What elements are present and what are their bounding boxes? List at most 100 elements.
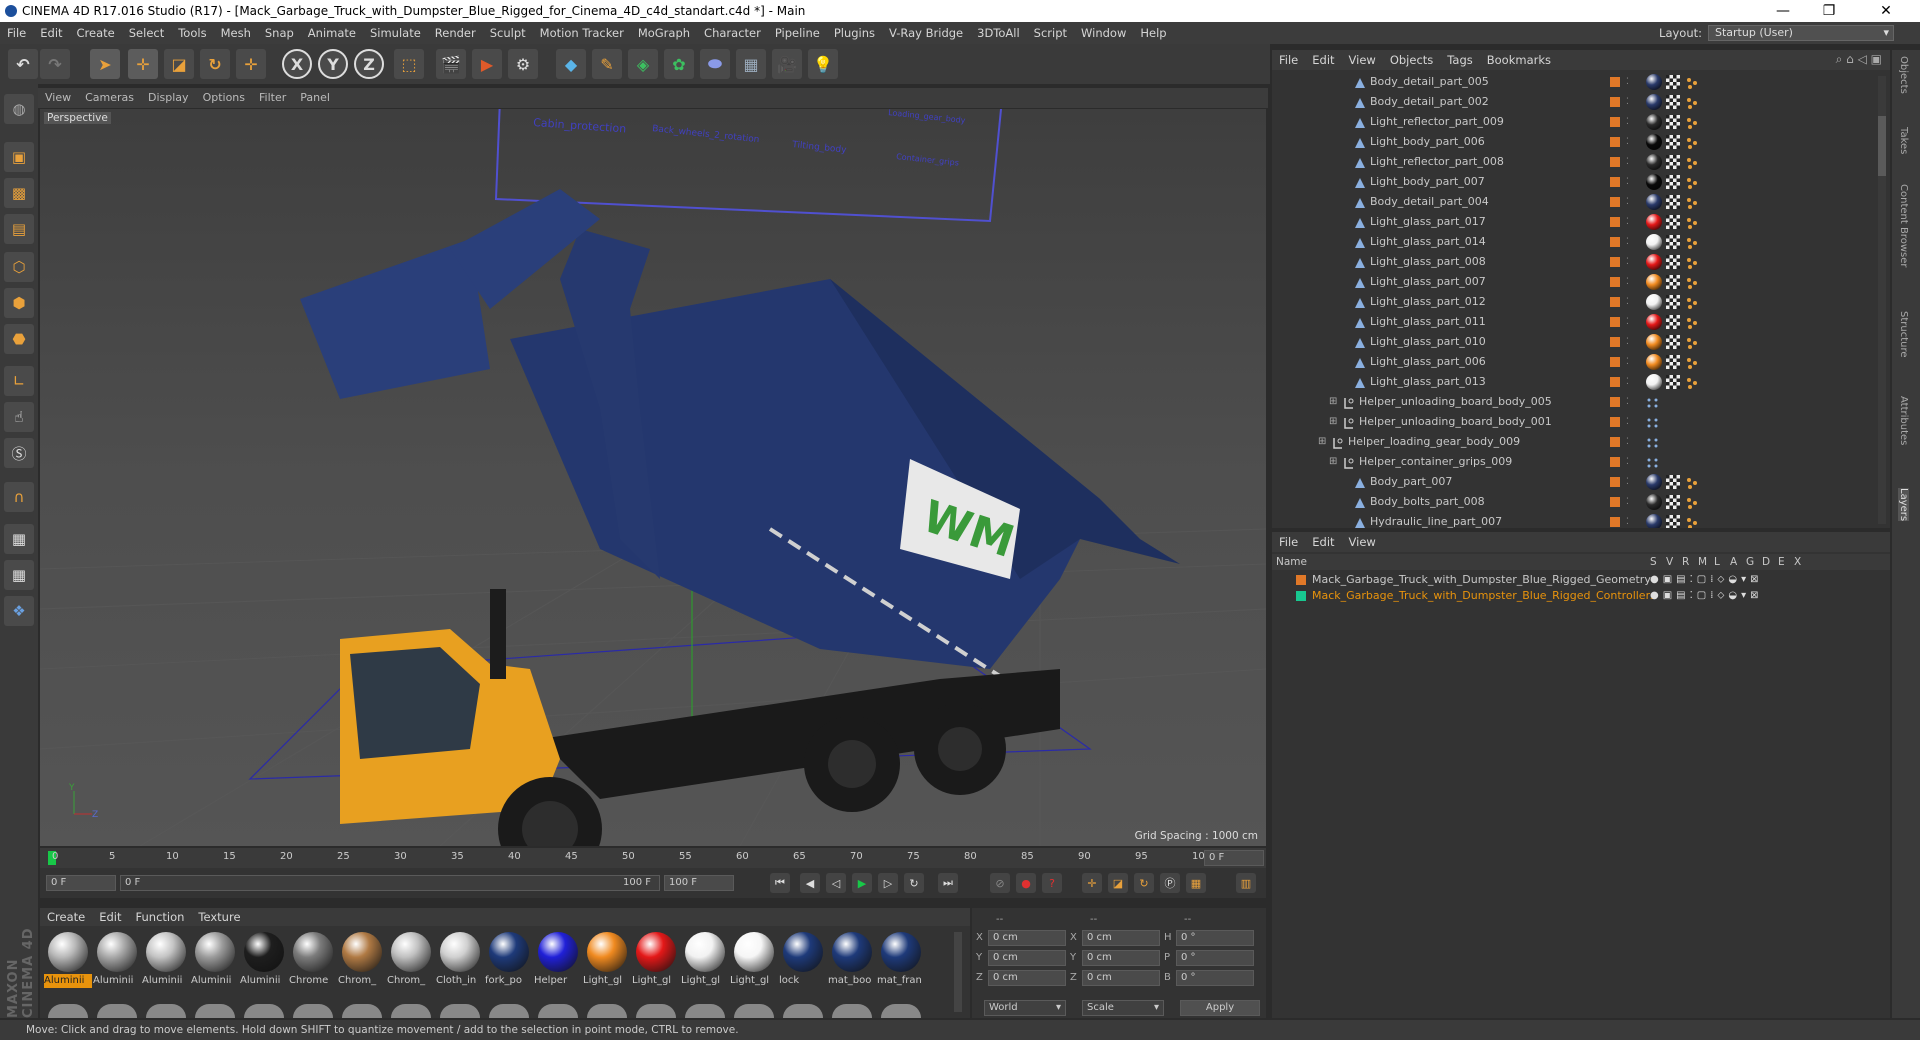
texture-tag-icon[interactable] [1666,215,1680,229]
rig-tag-icon[interactable] [1646,456,1658,468]
floor-icon[interactable]: ▦ [736,49,766,79]
texture-tag-icon[interactable] [1666,275,1680,289]
points-mode-icon[interactable]: ⬡ [4,252,34,282]
texture-tag-icon[interactable] [1666,255,1680,269]
menu-pipeline[interactable]: Pipeline [768,22,827,44]
viewport-menu-filter[interactable]: Filter [252,88,293,108]
texture-tag-icon[interactable] [1666,295,1680,309]
object-row[interactable]: Body_bolts_part_008 ⁚ [1272,492,1890,512]
object-row[interactable]: Body_part_007 ⁚ [1272,472,1890,492]
visibility-dots[interactable]: ⁚ [1626,492,1629,512]
visibility-dots[interactable]: ⁚ [1626,512,1629,528]
phong-tag-icon[interactable] [1686,96,1698,109]
side-tab-takes[interactable]: Takes [1898,127,1909,154]
material-scrollbar[interactable] [954,932,962,1012]
visibility-dots[interactable]: ⁚ [1626,292,1629,312]
object-scroll-thumb[interactable] [1878,116,1886,176]
key-position-icon[interactable]: ✛ [1082,873,1102,893]
object-row[interactable]: Body_detail_part_005 ⁚ [1272,72,1890,92]
array-icon[interactable]: ✿ [664,49,694,79]
material-swatch[interactable]: Light_gl [583,932,631,992]
visibility-dots[interactable]: ⁚ [1626,132,1629,152]
phong-tag-icon[interactable] [1686,116,1698,129]
layout-dropdown[interactable]: Startup (User) ▾ [1708,25,1894,41]
texture-tag-icon[interactable] [1666,515,1680,528]
visibility-dots[interactable]: ⁚ [1626,92,1629,112]
record-keyframe-icon[interactable]: ⊘ [990,873,1010,893]
viewport-menu-options[interactable]: Options [196,88,252,108]
side-tab-objects[interactable]: Objects [1898,56,1909,94]
material-tag-icon[interactable] [1646,214,1662,230]
coord-value-field[interactable]: 0 ° [1176,930,1254,946]
viewport-menu-cameras[interactable]: Cameras [78,88,141,108]
cube-object-icon[interactable]: ◆ [556,49,586,79]
visibility-dots[interactable]: ⁚ [1626,352,1629,372]
object-row[interactable]: Body_detail_part_002 ⁚ [1272,92,1890,112]
move-tool-icon[interactable]: ✛ [128,49,158,79]
polygons-mode-icon[interactable]: ⬣ [4,324,34,354]
object-row[interactable]: ⊞ Helper_loading_gear_body_009 ⁚ [1272,432,1890,452]
side-tab-attributes[interactable]: Attributes [1898,396,1909,445]
object-row[interactable]: ⊞ Helper_unloading_board_body_005 ⁚ [1272,392,1890,412]
redo-icon[interactable]: ↷ [40,49,70,79]
object-row[interactable]: ⊞ Helper_container_grips_009 ⁚ [1272,452,1890,472]
object-menu-tags[interactable]: Tags [1440,50,1479,70]
rotate-tool-icon[interactable]: ↻ [200,49,230,79]
menu-help[interactable]: Help [1133,22,1173,44]
phong-tag-icon[interactable] [1686,496,1698,509]
coord-value-field[interactable]: 0 cm [1082,970,1160,986]
texture-tag-icon[interactable] [1666,375,1680,389]
timeline-window-icon[interactable]: ▥ [1236,873,1256,893]
minimize-button[interactable]: — [1760,0,1806,22]
python-icon[interactable]: ❖ [4,596,34,626]
object-row[interactable]: Hydraulic_line_part_007 ⁚ [1272,512,1890,528]
phong-tag-icon[interactable] [1686,316,1698,329]
material-tag-icon[interactable] [1646,474,1662,490]
menu-v-ray-bridge[interactable]: V-Ray Bridge [882,22,970,44]
phong-tag-icon[interactable] [1686,356,1698,369]
coord-value-field[interactable]: 0 cm [988,970,1066,986]
visibility-dots[interactable]: ⁚ [1626,372,1629,392]
material-swatch[interactable]: Light_gl [681,932,729,992]
rig-tag-icon[interactable] [1646,396,1658,408]
object-row[interactable]: Body_detail_part_004 ⁚ [1272,192,1890,212]
current-frame-field[interactable]: 0 F [1204,850,1264,866]
material-swatch[interactable]: Aluminii [240,932,288,992]
visibility-dots[interactable]: ⁚ [1626,152,1629,172]
object-row[interactable]: Light_glass_part_014 ⁚ [1272,232,1890,252]
visibility-dots[interactable]: ⁚ [1626,312,1629,332]
object-row[interactable]: Light_glass_part_011 ⁚ [1272,312,1890,332]
material-swatch[interactable]: Cloth_in [436,932,484,992]
layer-color-swatch[interactable] [1296,591,1306,601]
texture-tag-icon[interactable] [1666,175,1680,189]
keyframe-selection-icon[interactable]: ? [1042,873,1062,893]
light-icon[interactable]: 💡 [808,49,838,79]
menu-simulate[interactable]: Simulate [363,22,428,44]
texture-tag-icon[interactable] [1666,195,1680,209]
viewport-menu-panel[interactable]: Panel [293,88,337,108]
coord-mode-dropdown[interactable]: World ▾ [984,1000,1066,1016]
menu-character[interactable]: Character [697,22,768,44]
texture-mode-icon[interactable]: ▩ [4,178,34,208]
axis-mode-icon[interactable]: ∟ [4,366,34,396]
side-tab-structure[interactable]: Structure [1898,311,1909,358]
subdivision-surface-icon[interactable]: ◈ [628,49,658,79]
material-swatch[interactable]: Aluminii [93,932,141,992]
texture-tag-icon[interactable] [1666,115,1680,129]
expand-icon[interactable]: ⊞ [1329,396,1341,408]
coord-value-field[interactable]: 0 cm [1082,950,1160,966]
material-swatch[interactable]: mat_fran [877,932,925,992]
object-row[interactable]: Light_glass_part_007 ⁚ [1272,272,1890,292]
last-tool-icon[interactable]: ✛ [236,49,266,79]
menu-render[interactable]: Render [428,22,483,44]
material-tag-icon[interactable] [1646,274,1662,290]
material-swatch[interactable]: Helper [534,932,582,992]
object-menu-edit[interactable]: Edit [1305,50,1341,70]
tweak-mode-icon[interactable]: ☝ [4,402,34,432]
material-tag-icon[interactable] [1646,354,1662,370]
phong-tag-icon[interactable] [1686,196,1698,209]
material-tag-icon[interactable] [1646,154,1662,170]
layer-row[interactable]: Mack_Garbage_Truck_with_Dumpster_Blue_Ri… [1272,572,1890,588]
previous-key-icon[interactable]: ◀ [800,873,820,893]
rig-tag-icon[interactable] [1646,436,1658,448]
